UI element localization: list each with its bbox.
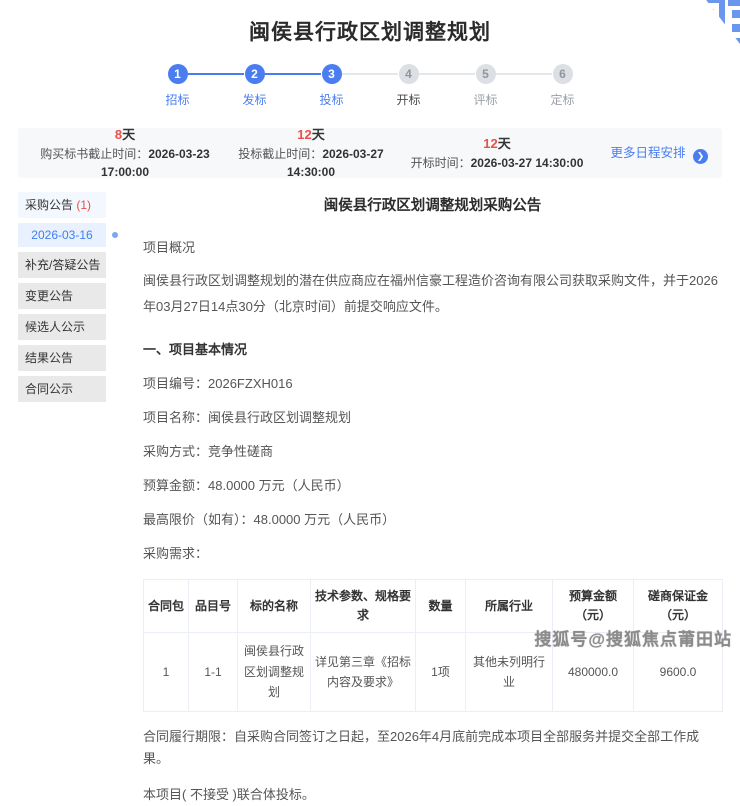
cell-item-number: 1-1 [189,633,238,711]
cell-contract-package: 1 [144,633,189,711]
field-label: 预算金额： [143,478,208,493]
step-circle: 3 [322,64,342,84]
step-label: 开标 [370,91,447,108]
step-label: 投标 [293,91,370,108]
step-submit: 3 投标 [293,64,370,108]
consortium-bid-text: 本项目( 不接受 )联合体投标。 [143,784,722,806]
sidebar-item-supplement[interactable]: 补充/答疑公告 [18,252,106,278]
progress-stepper: 1 招标 2 发标 3 投标 4 开标 5 评标 6 定标 [0,64,740,108]
days-unit: 天 [498,136,511,151]
cell-subject-name: 闽侯县行政区划调整规划 [238,633,311,711]
step-circle: 5 [476,64,496,84]
watermark: 搜狐号@搜狐焦点莆田站 [534,625,732,650]
step-evaluate: 5 评标 [447,64,524,108]
field-project-number: 项目编号：2026FZXH016 [143,373,722,392]
step-circle: 1 [168,64,188,84]
sidebar-item-results[interactable]: 结果公告 [18,345,106,371]
field-value: 48.0000 万元（人民币） [254,512,396,527]
field-procurement-method: 采购方式：竞争性磋商 [143,441,722,460]
field-value: 2026FZXH016 [208,376,293,391]
step-open: 4 开标 [370,64,447,108]
schedule-label: 投标截止时间： [238,147,322,161]
col-item-number: 品目号 [189,580,238,633]
schedule-label: 购买标书截止时间： [40,147,148,161]
step-label: 发标 [216,91,293,108]
sidebar-item-date[interactable]: 2026-03-16 [18,223,106,247]
col-contract-package: 合同包 [144,580,189,633]
step-label: 定标 [524,91,601,108]
overview-heading: 项目概况 [143,235,722,260]
days-unit: 天 [122,127,135,142]
step-award: 6 定标 [524,64,601,108]
chevron-right-icon: ❯ [693,149,708,164]
schedule-value: 2026-03-27 14:30:00 [471,156,584,170]
overview-text: 闽侯县行政区划调整规划的潜在供应商应在福州信豪工程造价咨询有限公司获取采购文件，… [143,268,722,319]
sidebar-item-candidates[interactable]: 候选人公示 [18,314,106,340]
field-label: 最高限价（如有）： [143,512,254,527]
field-label: 项目编号： [143,376,208,391]
step-circle: 6 [553,64,573,84]
schedule-item-open-time: 12天 开标时间：2026-03-27 14:30:00 [404,134,590,172]
days-unit: 天 [312,127,325,142]
section1-heading: 一、项目基本情况 [143,339,722,358]
page-title: 闽侯县行政区划调整规划 [0,0,740,46]
cell-quantity: 1项 [416,633,466,711]
sidebar-item-procurement-announcement[interactable]: 采购公告 (1) [18,192,106,218]
col-quantity: 数量 [416,580,466,633]
more-schedule-link[interactable]: 更多日程安排 ❯ [590,142,708,164]
active-dot-icon [112,232,118,238]
schedule-item-purchase-deadline: 8天 购买标书截止时间：2026-03-23 17:00:00 [32,125,218,181]
schedule-bar: 8天 购买标书截止时间：2026-03-23 17:00:00 12天 投标截止… [18,128,722,178]
step-circle: 4 [399,64,419,84]
field-project-name: 项目名称：闽侯县行政区划调整规划 [143,407,722,426]
field-label: 采购方式： [143,444,208,459]
more-schedule-label: 更多日程安排 [611,146,686,160]
step-label: 招标 [139,91,216,108]
field-value: 48.0000 万元（人民币） [208,478,350,493]
step-circle: 2 [245,64,265,84]
announcement-body: 闽侯县行政区划调整规划采购公告 项目概况 闽侯县行政区划调整规划的潜在供应商应在… [143,192,722,806]
step-bidding: 1 招标 [139,64,216,108]
step-label: 评标 [447,91,524,108]
date-label: 2026-03-16 [31,228,92,242]
sidebar-item-contract[interactable]: 合同公示 [18,376,106,402]
cell-tech-specs: 详见第三章《招标内容及要求》 [311,633,416,711]
field-value: 闽侯县行政区划调整规划 [208,410,351,425]
days-count: 12 [483,136,497,151]
sidebar-item-label: 采购公告 [25,198,73,212]
sidebar: 采购公告 (1) 2026-03-16 补充/答疑公告 变更公告 候选人公示 结… [18,192,106,806]
schedule-label: 开标时间： [411,156,471,170]
col-subject-name: 标的名称 [238,580,311,633]
step-issue: 2 发标 [216,64,293,108]
days-count: 12 [297,127,311,142]
demand-label: 采购需求： [143,543,722,562]
col-tech-specs: 技术参数、规格要求 [311,580,416,633]
field-label: 项目名称： [143,410,208,425]
schedule-item-bid-deadline: 12天 投标截止时间：2026-03-27 14:30:00 [218,125,404,181]
sidebar-item-change[interactable]: 变更公告 [18,283,106,309]
contract-period-text: 合同履行期限：自采购合同签订之日起，至2026年4月底前完成本项目全部服务并提交… [143,726,722,770]
field-value: 竞争性磋商 [208,444,273,459]
field-max-price: 最高限价（如有）：48.0000 万元（人民币） [143,509,722,528]
announcement-count-badge: (1) [76,198,91,212]
field-budget: 预算金额：48.0000 万元（人民币） [143,475,722,494]
announcement-title: 闽侯县行政区划调整规划采购公告 [143,194,722,215]
content-area: 采购公告 (1) 2026-03-16 补充/答疑公告 变更公告 候选人公示 结… [0,192,740,806]
